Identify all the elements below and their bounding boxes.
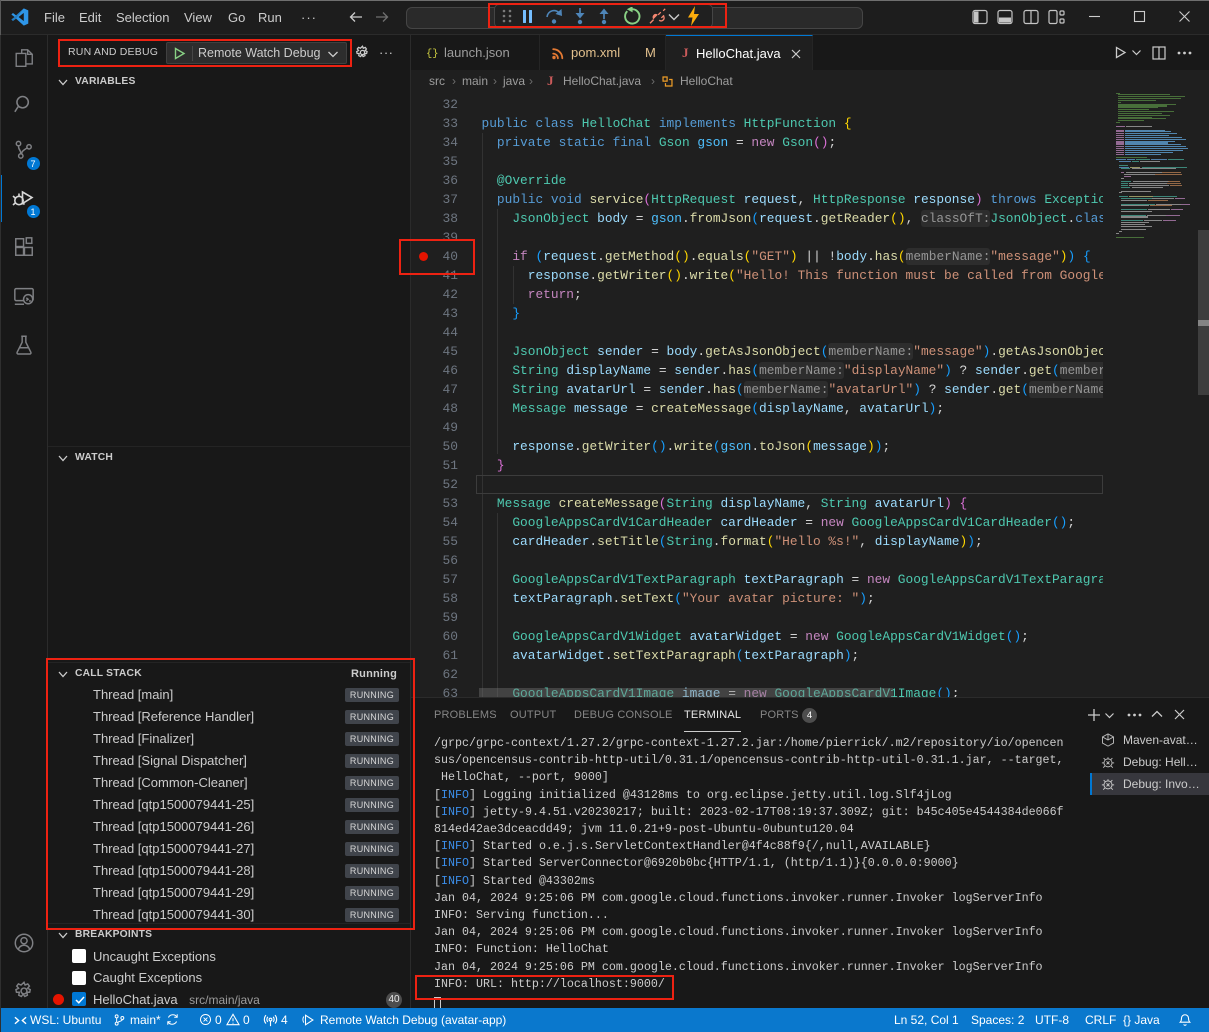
svg-text:{}: {} — [426, 48, 439, 59]
